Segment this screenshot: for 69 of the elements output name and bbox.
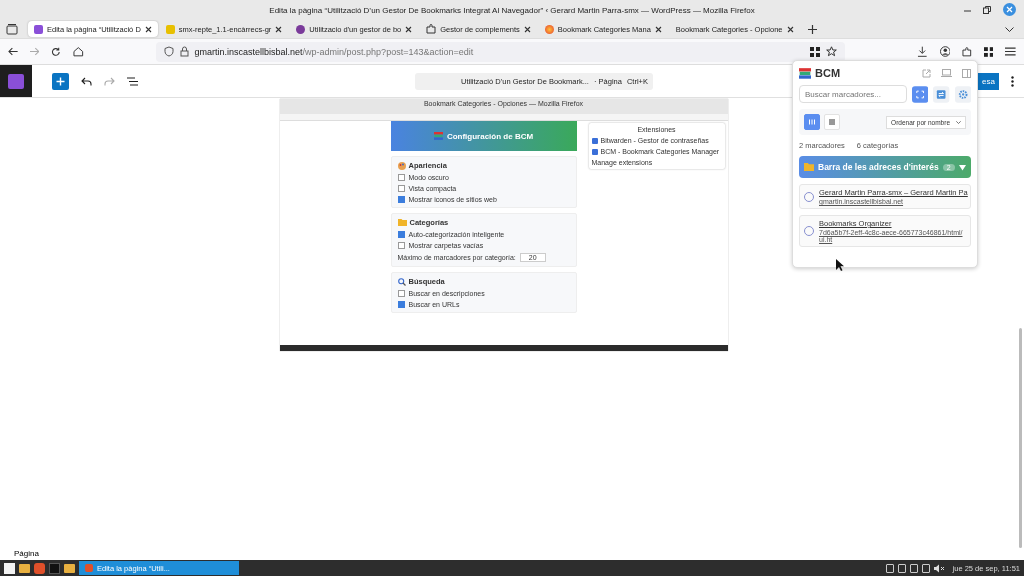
more-options-icon[interactable] xyxy=(1011,75,1014,87)
settings-button[interactable] xyxy=(954,85,971,103)
settings-title: Configuración de BCM xyxy=(446,131,534,141)
checkbox[interactable] xyxy=(397,290,405,297)
puzzle-icon xyxy=(426,24,437,34)
new-tab-icon[interactable] xyxy=(807,24,817,34)
list-view-button[interactable] xyxy=(824,114,840,130)
restore-icon[interactable] xyxy=(983,5,991,14)
document-overview-icon[interactable] xyxy=(127,76,138,86)
volume-muted-icon[interactable] xyxy=(933,563,945,573)
books-icon xyxy=(433,132,443,140)
grid-icon[interactable] xyxy=(809,46,820,57)
triangle-down-icon[interactable] xyxy=(958,163,966,171)
category-name: Barra de les adreces d'interés xyxy=(818,162,939,172)
download-icon[interactable] xyxy=(916,46,928,57)
palette-icon xyxy=(397,161,406,170)
firefox-icon xyxy=(544,24,554,34)
url-text: gmartin.inscastellbisbal.net/wp-admin/post.php?post=143&action=edit xyxy=(194,46,474,57)
close-tab-icon[interactable] xyxy=(144,25,152,33)
home-icon[interactable] xyxy=(72,46,84,57)
expand-button[interactable] xyxy=(912,85,929,103)
window-title: Edita la pàgina “Utilització D’un Gestor De Bookmarks Integrat Al Navegador” ‹ Gerard Martin Parra-smx — WordPress — Mozilla Firefox xyxy=(269,5,755,15)
add-block-button[interactable] xyxy=(52,72,69,90)
books-icon xyxy=(799,67,811,79)
address-bar[interactable]: gmartin.inscastellbisbal.net/wp-admin/post.php?post=143&action=edit xyxy=(155,41,845,62)
close-tab-icon[interactable] xyxy=(275,25,283,33)
firefox-icon[interactable] xyxy=(34,562,45,574)
search-icon xyxy=(397,277,406,286)
mouse-cursor-icon xyxy=(836,259,845,271)
chevron-down-icon xyxy=(956,120,961,124)
checkbox[interactable] xyxy=(397,185,405,192)
tab-list-icon[interactable] xyxy=(6,23,18,35)
start-menu-icon[interactable] xyxy=(4,562,15,574)
checkbox[interactable] xyxy=(397,242,405,249)
site-logo-icon[interactable] xyxy=(0,65,32,97)
grid-icon[interactable] xyxy=(983,46,994,57)
grid-view-button[interactable] xyxy=(804,114,820,130)
back-icon[interactable] xyxy=(8,47,18,56)
folder-icon[interactable] xyxy=(19,563,30,573)
favicon-icon xyxy=(296,24,306,34)
close-tab-icon[interactable] xyxy=(405,25,413,33)
favicon-icon xyxy=(34,24,43,34)
folder-icon xyxy=(804,163,814,171)
status-text: Página xyxy=(14,548,39,558)
chevron-down-icon[interactable] xyxy=(1005,26,1014,32)
close-tab-icon[interactable] xyxy=(523,25,531,33)
save-button[interactable]: esa xyxy=(978,72,999,90)
account-icon[interactable] xyxy=(939,46,951,57)
menu-icon[interactable] xyxy=(1005,47,1016,56)
checkbox[interactable] xyxy=(397,231,405,238)
reload-icon[interactable] xyxy=(51,46,61,57)
checkbox[interactable] xyxy=(397,196,405,203)
close-tab-icon[interactable] xyxy=(786,25,794,33)
undo-icon[interactable] xyxy=(81,76,92,86)
lock-icon xyxy=(179,46,189,57)
bookmark-star-icon[interactable] xyxy=(825,46,837,57)
checkbox[interactable] xyxy=(397,174,405,181)
columns-icon xyxy=(809,119,815,125)
close-icon[interactable] xyxy=(1003,3,1016,16)
scrollbar-thumb[interactable] xyxy=(1019,328,1022,548)
favicon-icon xyxy=(165,24,175,34)
puzzle-icon[interactable] xyxy=(962,46,972,57)
popup-title: BCM xyxy=(815,67,841,79)
checkbox[interactable] xyxy=(397,301,405,308)
search-field[interactable]: Buscar marcadores... xyxy=(799,85,907,103)
folder-icon[interactable] xyxy=(64,563,75,573)
sync-button[interactable] xyxy=(933,85,950,103)
folder-icon xyxy=(397,219,407,226)
close-tab-icon[interactable] xyxy=(654,25,662,33)
